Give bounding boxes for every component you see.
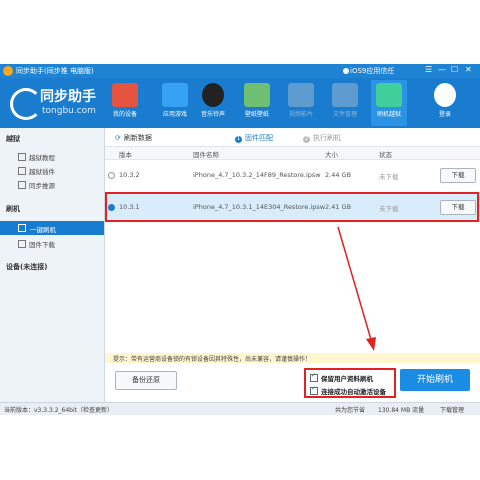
flash-icon xyxy=(376,83,402,107)
sidebar-item-label: 越狱教程 xyxy=(29,154,55,162)
table-header: 版本 固件名称 大小 状态 xyxy=(105,147,480,160)
row-size: 2.44 GB xyxy=(325,171,352,179)
title-bar: 同步助手(同步推 电脑版) iOS9应用信任 ☰ — ☐ ✕ xyxy=(0,64,480,78)
menu-icon[interactable]: ☰ xyxy=(425,65,432,74)
nav-wallpaper[interactable]: 壁纸壁纸 xyxy=(239,80,275,126)
nav-label: 视频影片 xyxy=(288,111,313,118)
flash-small-icon xyxy=(18,224,26,232)
nav-label: 刷机越狱 xyxy=(376,111,401,118)
column-firmware-name: 固件名称 xyxy=(193,151,219,159)
nav-label: 我的设备 xyxy=(112,111,137,118)
sidebar-section-jailbreak: 越狱 xyxy=(6,135,20,143)
sidebar-item-one-click-flash[interactable]: 一键刷机 xyxy=(0,221,104,235)
sidebar: 越狱 越狱教程 越狱插件 同步推源 刷机 一键刷机 固件下载 设备(未连接) xyxy=(0,128,105,402)
refresh-button[interactable]: ⟳ 刷新数据 xyxy=(115,133,152,143)
backup-restore-button[interactable]: 备份还原 xyxy=(115,371,177,390)
brand-logo-icon xyxy=(10,88,42,120)
brand-url: tongbu.com xyxy=(42,106,96,116)
row-version: 10.3.2 xyxy=(119,171,140,179)
maximize-icon[interactable]: ☐ xyxy=(451,65,458,74)
ios9-trust-link[interactable]: iOS9应用信任 xyxy=(350,66,394,76)
download-icon xyxy=(18,240,26,248)
folder-icon xyxy=(332,83,358,107)
start-flash-button[interactable]: 开始刷机 xyxy=(400,369,470,391)
main-content: ⟳ 刷新数据 1 固件匹配 2 执行刷机 版本 固件名称 大小 状态 10.3.2 i… xyxy=(105,128,480,402)
step-label: 固件匹配 xyxy=(245,134,273,142)
sidebar-item-label: 一键刷机 xyxy=(30,226,56,234)
store-icon xyxy=(112,83,138,107)
sidebar-item-jailbreak-plugins[interactable]: 越狱插件 xyxy=(18,166,55,176)
nav-label: 文件管理 xyxy=(332,111,357,118)
plugin-icon xyxy=(18,167,26,175)
table-row[interactable]: 10.3.2 iPhone_4.7_10.3.2_14F89_Restore.i… xyxy=(105,162,480,188)
highlight-box xyxy=(304,368,396,398)
nav-label: 应用游戏 xyxy=(162,111,187,118)
nav-login[interactable]: 登录 xyxy=(427,80,463,126)
column-version: 版本 xyxy=(119,151,132,159)
nav-my-device[interactable]: 我的设备 xyxy=(107,80,143,126)
ios9-icon xyxy=(343,68,349,74)
wallpaper-icon xyxy=(244,83,270,107)
version-text[interactable]: 当前版本：v3.3.3.2_64bit（检查更新） xyxy=(4,405,113,414)
source-icon xyxy=(18,181,26,189)
sidebar-item-firmware-download[interactable]: 固件下载 xyxy=(18,239,55,249)
row-radio[interactable] xyxy=(108,172,115,179)
toolbar: ⟳ 刷新数据 1 固件匹配 2 执行刷机 xyxy=(105,128,480,147)
step-execute-flash: 2 执行刷机 xyxy=(303,134,341,143)
sidebar-item-jailbreak-tutorial[interactable]: 越狱教程 xyxy=(18,152,55,162)
main-header: 同步助手 tongbu.com 我的设备 应用游戏 音乐铃声 壁纸壁纸 视频影片… xyxy=(0,78,480,128)
sidebar-section-flash: 刷机 xyxy=(6,205,20,213)
nav-label: 音乐铃声 xyxy=(200,111,225,118)
row-firmware-name: iPhone_4.7_10.3.2_14F89_Restore.ipsw xyxy=(193,171,321,179)
nav-apps-games[interactable]: 应用游戏 xyxy=(157,80,193,126)
row-status: 未下载 xyxy=(379,173,399,181)
minimize-icon[interactable]: — xyxy=(438,65,446,74)
nav-music[interactable]: 音乐铃声 xyxy=(195,80,231,126)
sidebar-item-label: 越狱插件 xyxy=(29,168,55,176)
notice-bar: 提示：带有运营商设备锁的有锁设备因其特殊性，尚未兼容，请谨慎操作！ xyxy=(105,353,480,363)
app-logo-icon xyxy=(3,66,13,76)
download-manager-link[interactable]: 下载管理 xyxy=(440,405,464,414)
music-disc-icon xyxy=(202,83,224,107)
refresh-icon: ⟳ xyxy=(115,134,121,142)
window-title: 同步助手(同步推 电脑版) xyxy=(16,67,94,75)
notice-text: 提示：带有运营商设备锁的有锁设备因其特殊性，尚未兼容，请谨慎操作！ xyxy=(113,356,312,363)
column-status: 状态 xyxy=(379,151,392,159)
traffic-value: 130.84 MB 流量 xyxy=(378,407,425,414)
column-size: 大小 xyxy=(325,151,338,159)
download-button[interactable]: 下载 xyxy=(440,168,476,183)
video-icon xyxy=(288,83,314,107)
sidebar-item-label: 固件下载 xyxy=(29,241,55,249)
status-bar: 当前版本：v3.3.3.2_64bit（检查更新） 共为您节省 130.84 M… xyxy=(0,402,480,415)
nav-label: 登录 xyxy=(438,111,451,118)
nav-label: 壁纸壁纸 xyxy=(244,111,269,118)
nav-flash-jailbreak[interactable]: 刷机越狱 xyxy=(371,80,407,126)
sidebar-section-device: 设备(未连接) xyxy=(6,263,48,271)
app-store-icon xyxy=(162,83,188,107)
brand-name: 同步助手 xyxy=(40,89,96,105)
document-icon xyxy=(18,153,26,161)
step-label: 执行刷机 xyxy=(313,134,341,142)
nav-files[interactable]: 文件管理 xyxy=(327,80,363,126)
sidebar-item-tongbu-source[interactable]: 同步推源 xyxy=(18,180,55,190)
user-icon xyxy=(434,83,456,107)
highlight-box xyxy=(105,192,479,222)
nav-video[interactable]: 视频影片 xyxy=(283,80,319,126)
close-icon[interactable]: ✕ xyxy=(465,65,472,74)
refresh-label: 刷新数据 xyxy=(123,134,152,142)
annotation-arrow xyxy=(337,226,376,351)
saved-label: 共为您节省 xyxy=(335,407,366,414)
sidebar-item-label: 同步推源 xyxy=(29,182,55,190)
step-firmware-match: 1 固件匹配 xyxy=(235,134,273,143)
